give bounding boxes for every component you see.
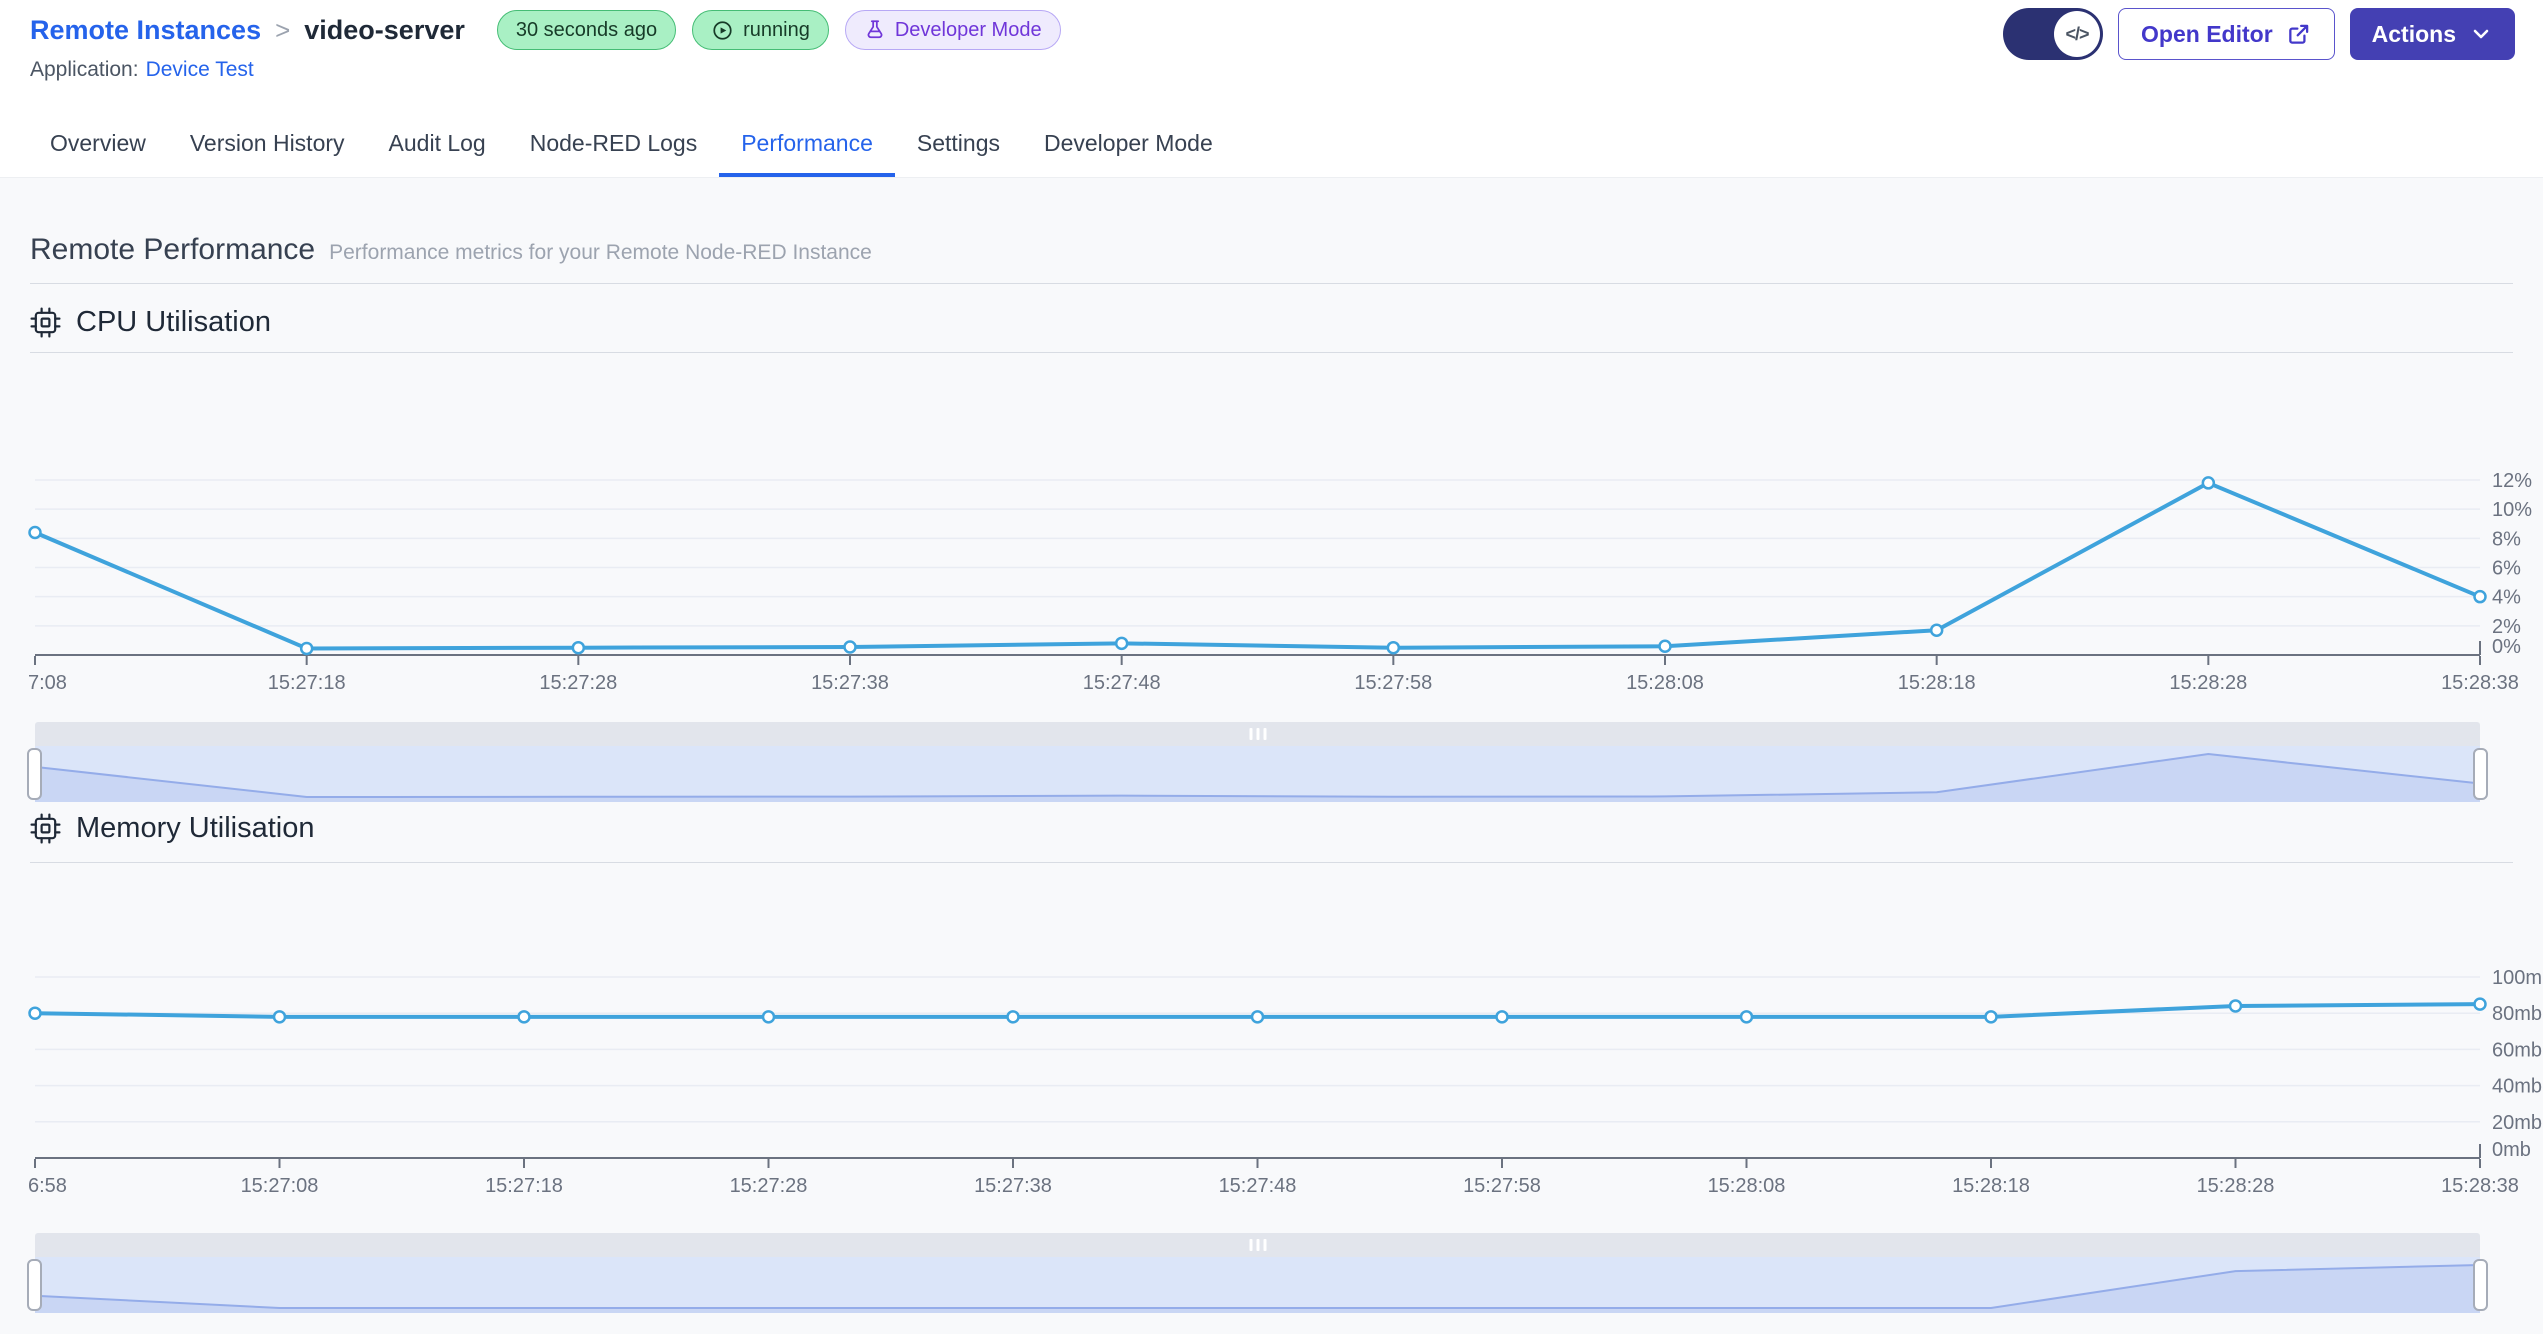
divider [30,862,2513,863]
svg-text:40mb: 40mb [2492,1076,2542,1098]
tab-performance[interactable]: Performance [719,110,895,177]
cpu-brush-drag-strip[interactable] [35,722,2480,746]
breadcrumb: Remote Instances > video-server 30 secon… [30,6,1061,54]
memory-section-heading: Memory Utilisation [30,806,315,850]
tab-settings[interactable]: Settings [895,110,1022,177]
svg-text:15:28:18: 15:28:18 [1952,1175,2030,1197]
svg-text:7:08: 7:08 [28,672,67,694]
tab-version-history[interactable]: Version History [168,110,367,177]
application-row: Application: Device Test [30,58,254,82]
svg-text:15:28:08: 15:28:08 [1708,1175,1786,1197]
chevron-down-icon [2473,29,2489,39]
svg-text:6:58: 6:58 [28,1175,67,1197]
svg-text:10%: 10% [2492,499,2532,521]
svg-text:0mb: 0mb [2492,1139,2531,1161]
svg-text:15:27:48: 15:27:48 [1219,1175,1297,1197]
svg-text:15:28:28: 15:28:28 [2197,1175,2275,1197]
svg-text:15:27:38: 15:27:38 [974,1175,1052,1197]
breadcrumb-separator-icon: > [275,14,291,45]
svg-text:15:27:48: 15:27:48 [1083,672,1161,694]
divider [30,283,2513,284]
status-badges: 30 seconds ago running Developer Mode [496,10,1061,50]
svg-text:15:28:18: 15:28:18 [1898,672,1976,694]
editor-mode-toggle[interactable]: </> [2003,8,2104,60]
svg-text:15:28:08: 15:28:08 [1626,672,1704,694]
memory-brush-overview[interactable] [35,1257,2480,1313]
last-seen-badge: 30 seconds ago [496,10,677,50]
open-editor-button[interactable]: Open Editor [2118,8,2335,60]
tab-overview[interactable]: Overview [28,110,168,177]
cpu-chip-icon [30,306,61,338]
brush-grip-icon [1249,728,1266,740]
cpu-section-heading: CPU Utilisation [30,300,271,344]
play-circle-icon [711,19,734,42]
actions-button[interactable]: Actions [2349,8,2515,60]
memory-brush-drag-strip[interactable] [35,1233,2480,1257]
page-subtitle: Performance metrics for your Remote Node… [329,241,872,264]
actions-label: Actions [2371,20,2456,47]
svg-text:15:28:38: 15:28:38 [2441,1175,2519,1197]
svg-text:15:28:38: 15:28:38 [2441,672,2519,694]
code-icon: </> [2054,11,2101,57]
memory-range-brush [27,1233,2488,1313]
cpu-range-brush [27,722,2488,802]
svg-text:20mb: 20mb [2492,1112,2542,1134]
open-editor-label: Open Editor [2141,20,2273,47]
page-title: Remote Performance [30,233,316,266]
brush-left-handle[interactable] [27,1259,42,1311]
memory-brush-minichart [35,1264,2480,1313]
cpu-section-title: CPU Utilisation [76,305,271,338]
memory-utilisation-chart: 0mb 20mb 40mb 60mb 80mb 100mb 6:58 15:27:08 15:2… [28,967,2543,1197]
instance-tab-bar: Overview Version History Audit Log Node-RED… [0,110,2543,178]
svg-text:8%: 8% [2492,528,2521,550]
application-label: Application: [30,58,139,81]
svg-text:12%: 12% [2492,470,2532,492]
svg-text:15:27:28: 15:27:28 [539,672,617,694]
svg-text:6%: 6% [2492,558,2521,580]
svg-text:60mb: 60mb [2492,1039,2542,1061]
instance-name: video-server [304,14,465,45]
svg-text:15:27:28: 15:27:28 [730,1175,808,1197]
cpu-brush-minichart [35,752,2480,802]
header-controls: </> Open Editor Actions [2003,8,2515,60]
flask-icon [864,19,886,41]
svg-text:2%: 2% [2492,616,2521,638]
tab-node-red-logs[interactable]: Node-RED Logs [508,110,719,177]
tab-audit-log[interactable]: Audit Log [367,110,508,177]
svg-text:15:27:18: 15:27:18 [268,672,346,694]
svg-text:15:27:18: 15:27:18 [485,1175,563,1197]
svg-text:4%: 4% [2492,587,2521,609]
external-link-icon [2288,24,2308,44]
tab-developer-mode[interactable]: Developer Mode [1022,110,1235,177]
breadcrumb-remote-instances-link[interactable]: Remote Instances [30,15,261,46]
cpu-utilisation-chart: 0%2% 4% 6% 8% 10% 12% 7:08 15:27:18 15:27:28 15:2… [28,470,2532,694]
memory-section-title: Memory Utilisation [76,811,315,844]
svg-text:100mb: 100mb [2492,967,2543,989]
application-link[interactable]: Device Test [146,58,254,81]
brush-right-handle[interactable] [2473,1259,2488,1311]
brush-grip-icon [1249,1239,1266,1251]
svg-text:15:27:08: 15:27:08 [241,1175,319,1197]
svg-text:15:27:58: 15:27:58 [1463,1175,1541,1197]
memory-chip-icon [30,812,61,844]
svg-text:80mb: 80mb [2492,1003,2542,1025]
developer-mode-badge: Developer Mode [844,10,1061,50]
brush-right-handle[interactable] [2473,748,2488,800]
svg-text:15:28:28: 15:28:28 [2169,672,2247,694]
cpu-brush-overview[interactable] [35,746,2480,802]
svg-text:15:27:38: 15:27:38 [811,672,889,694]
page-header: Remote Instances > video-server 30 secon… [0,0,2543,110]
status-badge: running [692,10,829,50]
svg-text:0%: 0% [2492,636,2521,658]
svg-text:15:27:58: 15:27:58 [1354,672,1432,694]
performance-panel: Remote Performance Performance metrics f… [0,178,2543,1334]
divider [30,352,2513,353]
brush-left-handle[interactable] [27,748,42,800]
